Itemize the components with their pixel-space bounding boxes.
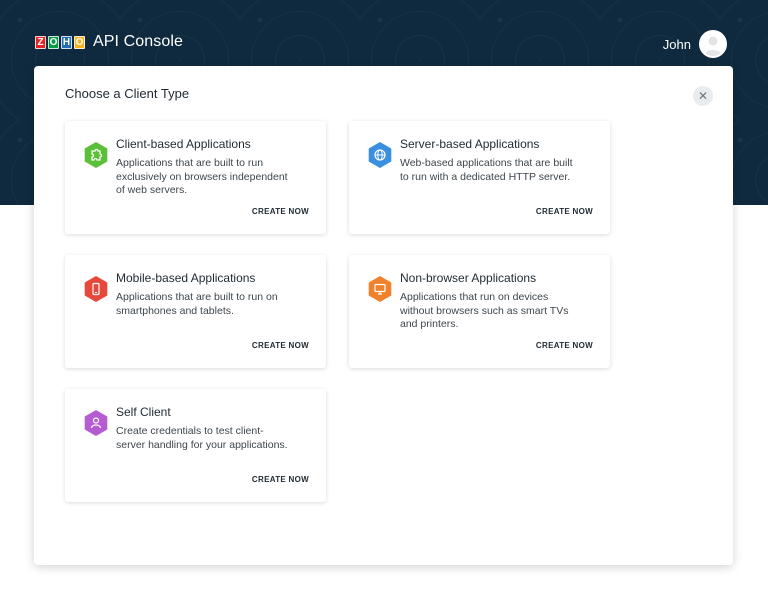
card-description: Applications that run on devices without…: [400, 291, 569, 330]
card-title: Client-based Applications: [116, 137, 251, 151]
user-icon: [84, 410, 108, 436]
card-icon-hex: [84, 276, 108, 302]
puzzle-icon: [84, 142, 108, 168]
logo-letters: Z O H O: [35, 35, 85, 49]
card-client-based[interactable]: Client-based Applications Applications t…: [65, 121, 326, 234]
mobile-icon: [84, 276, 108, 302]
card-title: Server-based Applications: [400, 137, 540, 151]
user-name: John: [662, 36, 691, 52]
logo-letter-o: O: [48, 35, 59, 49]
tv-icon: [368, 276, 392, 302]
create-now-link[interactable]: CREATE NOW: [252, 207, 309, 216]
logo-letter-z: Z: [35, 35, 46, 49]
client-type-modal: Choose a Client Type ✕ Client-based Appl…: [34, 66, 733, 565]
card-description: Applications that are built to run on sm…: [116, 291, 278, 317]
card-non-browser[interactable]: Non-browser Applications Applications th…: [349, 255, 610, 368]
card-title: Non-browser Applications: [400, 271, 537, 285]
card-icon-hex: [84, 142, 108, 168]
app-title: API Console: [93, 33, 184, 50]
globe-icon: [368, 142, 392, 168]
card-self-client[interactable]: Self Client Create credentials to test c…: [65, 389, 326, 502]
create-now-link[interactable]: CREATE NOW: [536, 207, 593, 216]
logo-letter-h: H: [61, 35, 72, 49]
card-mobile-based[interactable]: Mobile-based Applications Applications t…: [65, 255, 326, 368]
modal-title: Choose a Client Type: [65, 86, 190, 101]
avatar[interactable]: [699, 30, 727, 58]
create-now-link[interactable]: CREATE NOW: [252, 475, 309, 484]
card-description: Create credentials to test client-server…: [116, 425, 288, 451]
avatar-silhouette-icon: [704, 36, 722, 56]
zoho-logo[interactable]: Z O H O API Console: [35, 33, 183, 51]
card-description: Applications that are built to run exclu…: [116, 157, 288, 196]
create-now-link[interactable]: CREATE NOW: [252, 341, 309, 350]
create-now-link[interactable]: CREATE NOW: [536, 341, 593, 350]
user-menu[interactable]: John: [663, 30, 727, 58]
close-button[interactable]: ✕: [693, 86, 713, 106]
close-icon: ✕: [697, 89, 709, 103]
card-title: Self Client: [116, 405, 171, 419]
card-icon-hex: [368, 276, 392, 302]
card-title: Mobile-based Applications: [116, 271, 256, 285]
logo-letter-o2: O: [74, 35, 85, 49]
card-server-based[interactable]: Server-based Applications Web-based appl…: [349, 121, 610, 234]
card-description: Web-based applications that are built to…: [400, 157, 573, 183]
